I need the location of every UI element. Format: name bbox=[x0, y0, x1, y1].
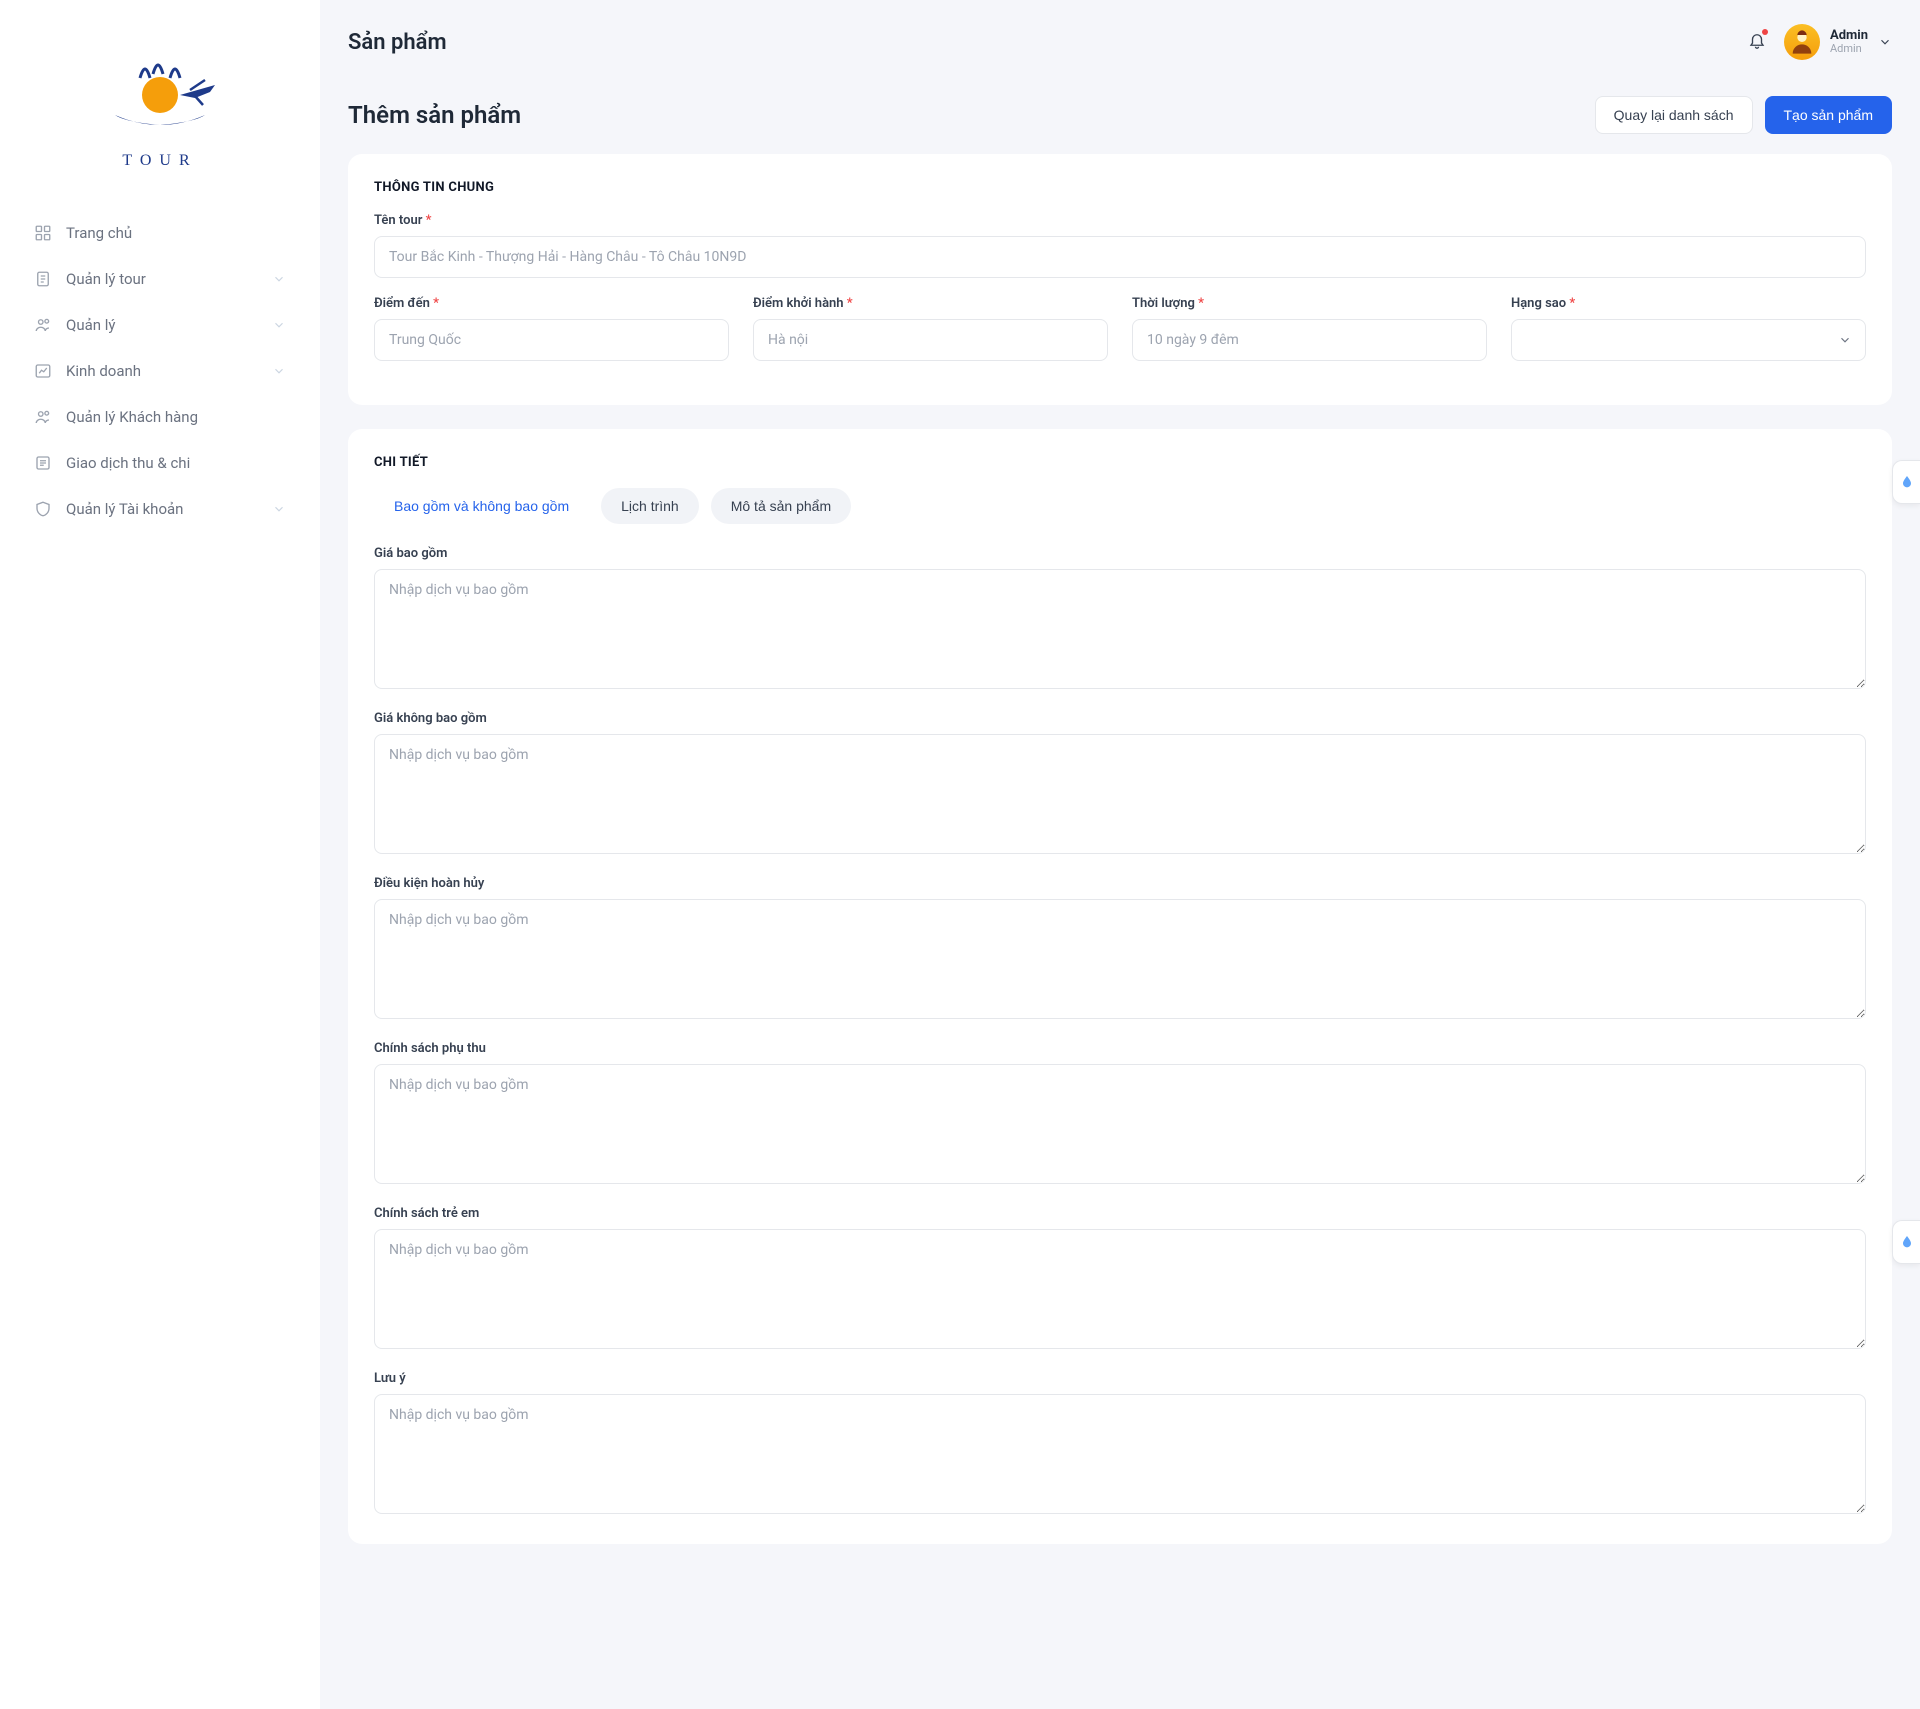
user-name: Admin bbox=[1830, 29, 1868, 43]
destination-label: Điểm đến * bbox=[374, 296, 729, 311]
sidebar: TOUR Trang chủ Quản lý tour Quản lý Kinh… bbox=[0, 0, 320, 1709]
chevron-down-icon bbox=[272, 318, 286, 332]
cancel-policy-textarea[interactable] bbox=[374, 899, 1866, 1019]
action-buttons: Quay lại danh sách Tạo sản phẩm bbox=[1595, 96, 1892, 134]
price-exclude-label: Giá không bao gồm bbox=[374, 711, 1866, 726]
page-title: Sản phẩm bbox=[348, 30, 447, 55]
sidebar-item-accounts[interactable]: Quản lý Tài khoản bbox=[18, 486, 302, 532]
section-heading: CHI TIẾT bbox=[374, 455, 1866, 470]
duration-label: Thời lượng * bbox=[1132, 296, 1487, 311]
sub-title: Thêm sản phẩm bbox=[348, 101, 521, 129]
back-button[interactable]: Quay lại danh sách bbox=[1595, 96, 1753, 134]
side-widget[interactable] bbox=[1892, 1220, 1920, 1264]
general-info-card: THÔNG TIN CHUNG Tên tour * Điểm đến * Đi… bbox=[348, 154, 1892, 405]
topbar-right: Admin Admin bbox=[1748, 24, 1892, 60]
subheader: Thêm sản phẩm Quay lại danh sách Tạo sản… bbox=[348, 96, 1892, 134]
brand-name: TOUR bbox=[0, 152, 320, 170]
child-policy-label: Chính sách trẻ em bbox=[374, 1206, 1866, 1221]
duration-input[interactable] bbox=[1132, 319, 1487, 361]
cancel-policy-label: Điều kiện hoàn hủy bbox=[374, 876, 1866, 891]
tour-name-input[interactable] bbox=[374, 236, 1866, 278]
chevron-down-icon bbox=[1878, 35, 1892, 49]
grid-icon bbox=[34, 224, 52, 242]
nav-label: Kinh doanh bbox=[66, 362, 258, 380]
price-include-label: Giá bao gồm bbox=[374, 546, 1866, 561]
shield-icon bbox=[34, 500, 52, 518]
topbar: Sản phẩm Admin A bbox=[348, 24, 1892, 60]
user-menu[interactable]: Admin Admin bbox=[1784, 24, 1892, 60]
nav-label: Quản lý Tài khoản bbox=[66, 500, 258, 518]
document-icon bbox=[34, 270, 52, 288]
sidebar-item-customers[interactable]: Quản lý Khách hàng bbox=[18, 394, 302, 440]
notification-dot bbox=[1762, 29, 1768, 35]
nav-label: Giao dịch thu & chi bbox=[66, 454, 286, 472]
nav-label: Trang chủ bbox=[66, 224, 286, 242]
main-content: Sản phẩm Admin A bbox=[320, 0, 1920, 1709]
side-widget[interactable] bbox=[1892, 460, 1920, 504]
users-icon bbox=[34, 316, 52, 334]
departure-input[interactable] bbox=[753, 319, 1108, 361]
brand-logo-icon bbox=[95, 50, 225, 140]
nav-label: Quản lý Khách hàng bbox=[66, 408, 286, 426]
section-heading: THÔNG TIN CHUNG bbox=[374, 180, 1866, 195]
destination-input[interactable] bbox=[374, 319, 729, 361]
chevron-down-icon bbox=[272, 272, 286, 286]
user-role: Admin bbox=[1830, 43, 1868, 55]
notes-textarea[interactable] bbox=[374, 1394, 1866, 1514]
sidebar-item-business[interactable]: Kinh doanh bbox=[18, 348, 302, 394]
tab-itinerary[interactable]: Lịch trình bbox=[601, 488, 699, 524]
nav-label: Quản lý tour bbox=[66, 270, 258, 288]
sidebar-item-tour[interactable]: Quản lý tour bbox=[18, 256, 302, 302]
create-button[interactable]: Tạo sản phẩm bbox=[1765, 96, 1893, 134]
departure-label: Điểm khởi hành * bbox=[753, 296, 1108, 311]
chevron-down-icon bbox=[272, 502, 286, 516]
surcharge-label: Chính sách phụ thu bbox=[374, 1041, 1866, 1056]
nav-label: Quản lý bbox=[66, 316, 258, 334]
droplet-icon bbox=[1899, 474, 1915, 490]
notes-label: Lưu ý bbox=[374, 1371, 1866, 1386]
sidebar-item-transactions[interactable]: Giao dịch thu & chi bbox=[18, 440, 302, 486]
star-select[interactable] bbox=[1511, 319, 1866, 361]
child-policy-textarea[interactable] bbox=[374, 1229, 1866, 1349]
logo[interactable]: TOUR bbox=[0, 30, 320, 210]
avatar bbox=[1784, 24, 1820, 60]
chevron-down-icon bbox=[272, 364, 286, 378]
notifications-button[interactable] bbox=[1748, 31, 1766, 53]
surcharge-textarea[interactable] bbox=[374, 1064, 1866, 1184]
star-label: Hạng sao * bbox=[1511, 296, 1866, 311]
price-exclude-textarea[interactable] bbox=[374, 734, 1866, 854]
avatar-icon bbox=[1788, 28, 1816, 56]
tour-name-label: Tên tour * bbox=[374, 213, 1866, 228]
sidebar-item-home[interactable]: Trang chủ bbox=[18, 210, 302, 256]
detail-tabs: Bao gồm và không bao gồm Lịch trình Mô t… bbox=[374, 488, 1866, 524]
user-meta: Admin Admin bbox=[1830, 29, 1868, 55]
detail-card: CHI TIẾT Bao gồm và không bao gồm Lịch t… bbox=[348, 429, 1892, 1544]
tab-description[interactable]: Mô tả sản phẩm bbox=[711, 488, 851, 524]
sidebar-item-manage[interactable]: Quản lý bbox=[18, 302, 302, 348]
users-icon bbox=[34, 408, 52, 426]
list-icon bbox=[34, 454, 52, 472]
droplet-icon bbox=[1899, 1234, 1915, 1250]
nav-list: Trang chủ Quản lý tour Quản lý Kinh doan… bbox=[0, 210, 320, 532]
price-include-textarea[interactable] bbox=[374, 569, 1866, 689]
chart-icon bbox=[34, 362, 52, 380]
tab-includes[interactable]: Bao gồm và không bao gồm bbox=[374, 488, 589, 524]
